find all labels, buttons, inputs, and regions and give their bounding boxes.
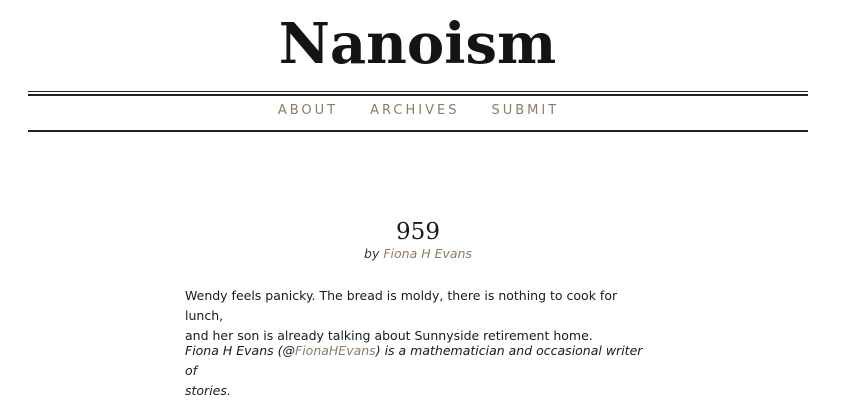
nav-about-link[interactable]: ABOUT [278, 102, 338, 120]
story-text: Wendy feels panicky. The bread is moldy,… [185, 286, 655, 346]
post-title: 959 [396, 219, 440, 245]
bio-last: stories. [185, 383, 231, 398]
bio-close-paren: ) [375, 343, 381, 358]
nav-divider [28, 130, 808, 132]
byline-prefix: by [364, 246, 380, 261]
author-link[interactable]: Fiona H Evans [383, 246, 472, 261]
bio-name: Fiona H Evans [185, 343, 274, 358]
nav-archives-link[interactable]: ARCHIVES [370, 102, 459, 120]
nav-submit-link[interactable]: SUBMIT [491, 102, 559, 120]
post-byline: by Fiona H Evans [0, 245, 836, 263]
bio-open-paren: (@ [277, 343, 296, 358]
twitter-handle-link[interactable]: FionaHEvans [295, 343, 376, 358]
story-line-1: Wendy feels panicky. The bread is moldy,… [185, 288, 618, 323]
header-divider-thick [28, 94, 808, 96]
site-title-link[interactable]: Nanoism [0, 8, 835, 80]
author-bio: Fiona H Evans (@FionaHEvans) is a mathem… [185, 341, 655, 401]
header-divider-thin [28, 91, 808, 92]
main-nav: ABOUT ARCHIVES SUBMIT [0, 102, 837, 120]
